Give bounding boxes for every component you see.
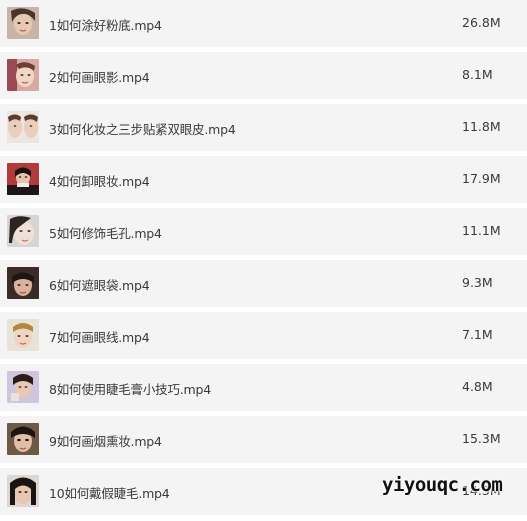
file-name: 1如何涂好粉底.mp4 (49, 18, 162, 33)
file-row[interactable]: 1如何涂好粉底.mp4 26.8M (0, 0, 527, 47)
file-name: 7如何画眼线.mp4 (49, 330, 150, 345)
file-name: 4如何卸眼妆.mp4 (49, 174, 150, 189)
face-thumbnail-icon (7, 163, 39, 195)
face-thumbnail-icon (7, 423, 39, 455)
file-size: 17.9M (462, 171, 501, 186)
file-name: 10如何戴假睫毛.mp4 (49, 486, 170, 501)
file-row[interactable]: 2如何画眼影.mp4 8.1M (0, 52, 527, 99)
face-thumbnail-icon (7, 267, 39, 299)
file-size: 7.1M (462, 327, 493, 342)
file-row[interactable]: 6如何遮眼袋.mp4 9.3M (0, 260, 527, 307)
file-size: 4.8M (462, 379, 493, 394)
watermark: yiyouqc.com (382, 474, 503, 496)
face-thumbnail-icon (7, 475, 39, 507)
face-thumbnail-icon (7, 215, 39, 247)
file-row[interactable]: 3如何化妆之三步贴紧双眼皮.mp4 11.8M (0, 104, 527, 151)
face-thumbnail-icon (7, 7, 39, 39)
file-name: 6如何遮眼袋.mp4 (49, 278, 150, 293)
video-file-list: 1如何涂好粉底.mp4 26.8M 2如何画眼影.mp4 8.1M 3如何化妆之… (0, 0, 527, 521)
file-name: 8如何使用睫毛膏小技巧.mp4 (49, 382, 211, 397)
file-row[interactable]: 9如何画烟熏妆.mp4 15.3M (0, 416, 527, 463)
face-thumbnail-icon (7, 111, 39, 143)
face-thumbnail-icon (7, 319, 39, 351)
file-size: 8.1M (462, 67, 493, 82)
file-row[interactable]: 5如何修饰毛孔.mp4 11.1M (0, 208, 527, 255)
file-size: 26.8M (462, 15, 501, 30)
file-name: 3如何化妆之三步贴紧双眼皮.mp4 (49, 122, 236, 137)
face-thumbnail-icon (7, 59, 39, 91)
file-size: 11.8M (462, 119, 501, 134)
file-size: 9.3M (462, 275, 493, 290)
file-row[interactable]: 4如何卸眼妆.mp4 17.9M (0, 156, 527, 203)
file-row[interactable]: 7如何画眼线.mp4 7.1M (0, 312, 527, 359)
face-thumbnail-icon (7, 371, 39, 403)
file-name: 5如何修饰毛孔.mp4 (49, 226, 162, 241)
file-size: 15.3M (462, 431, 501, 446)
file-name: 9如何画烟熏妆.mp4 (49, 434, 162, 449)
file-row[interactable]: 8如何使用睫毛膏小技巧.mp4 4.8M (0, 364, 527, 411)
file-size: 11.1M (462, 223, 501, 238)
file-name: 2如何画眼影.mp4 (49, 70, 150, 85)
